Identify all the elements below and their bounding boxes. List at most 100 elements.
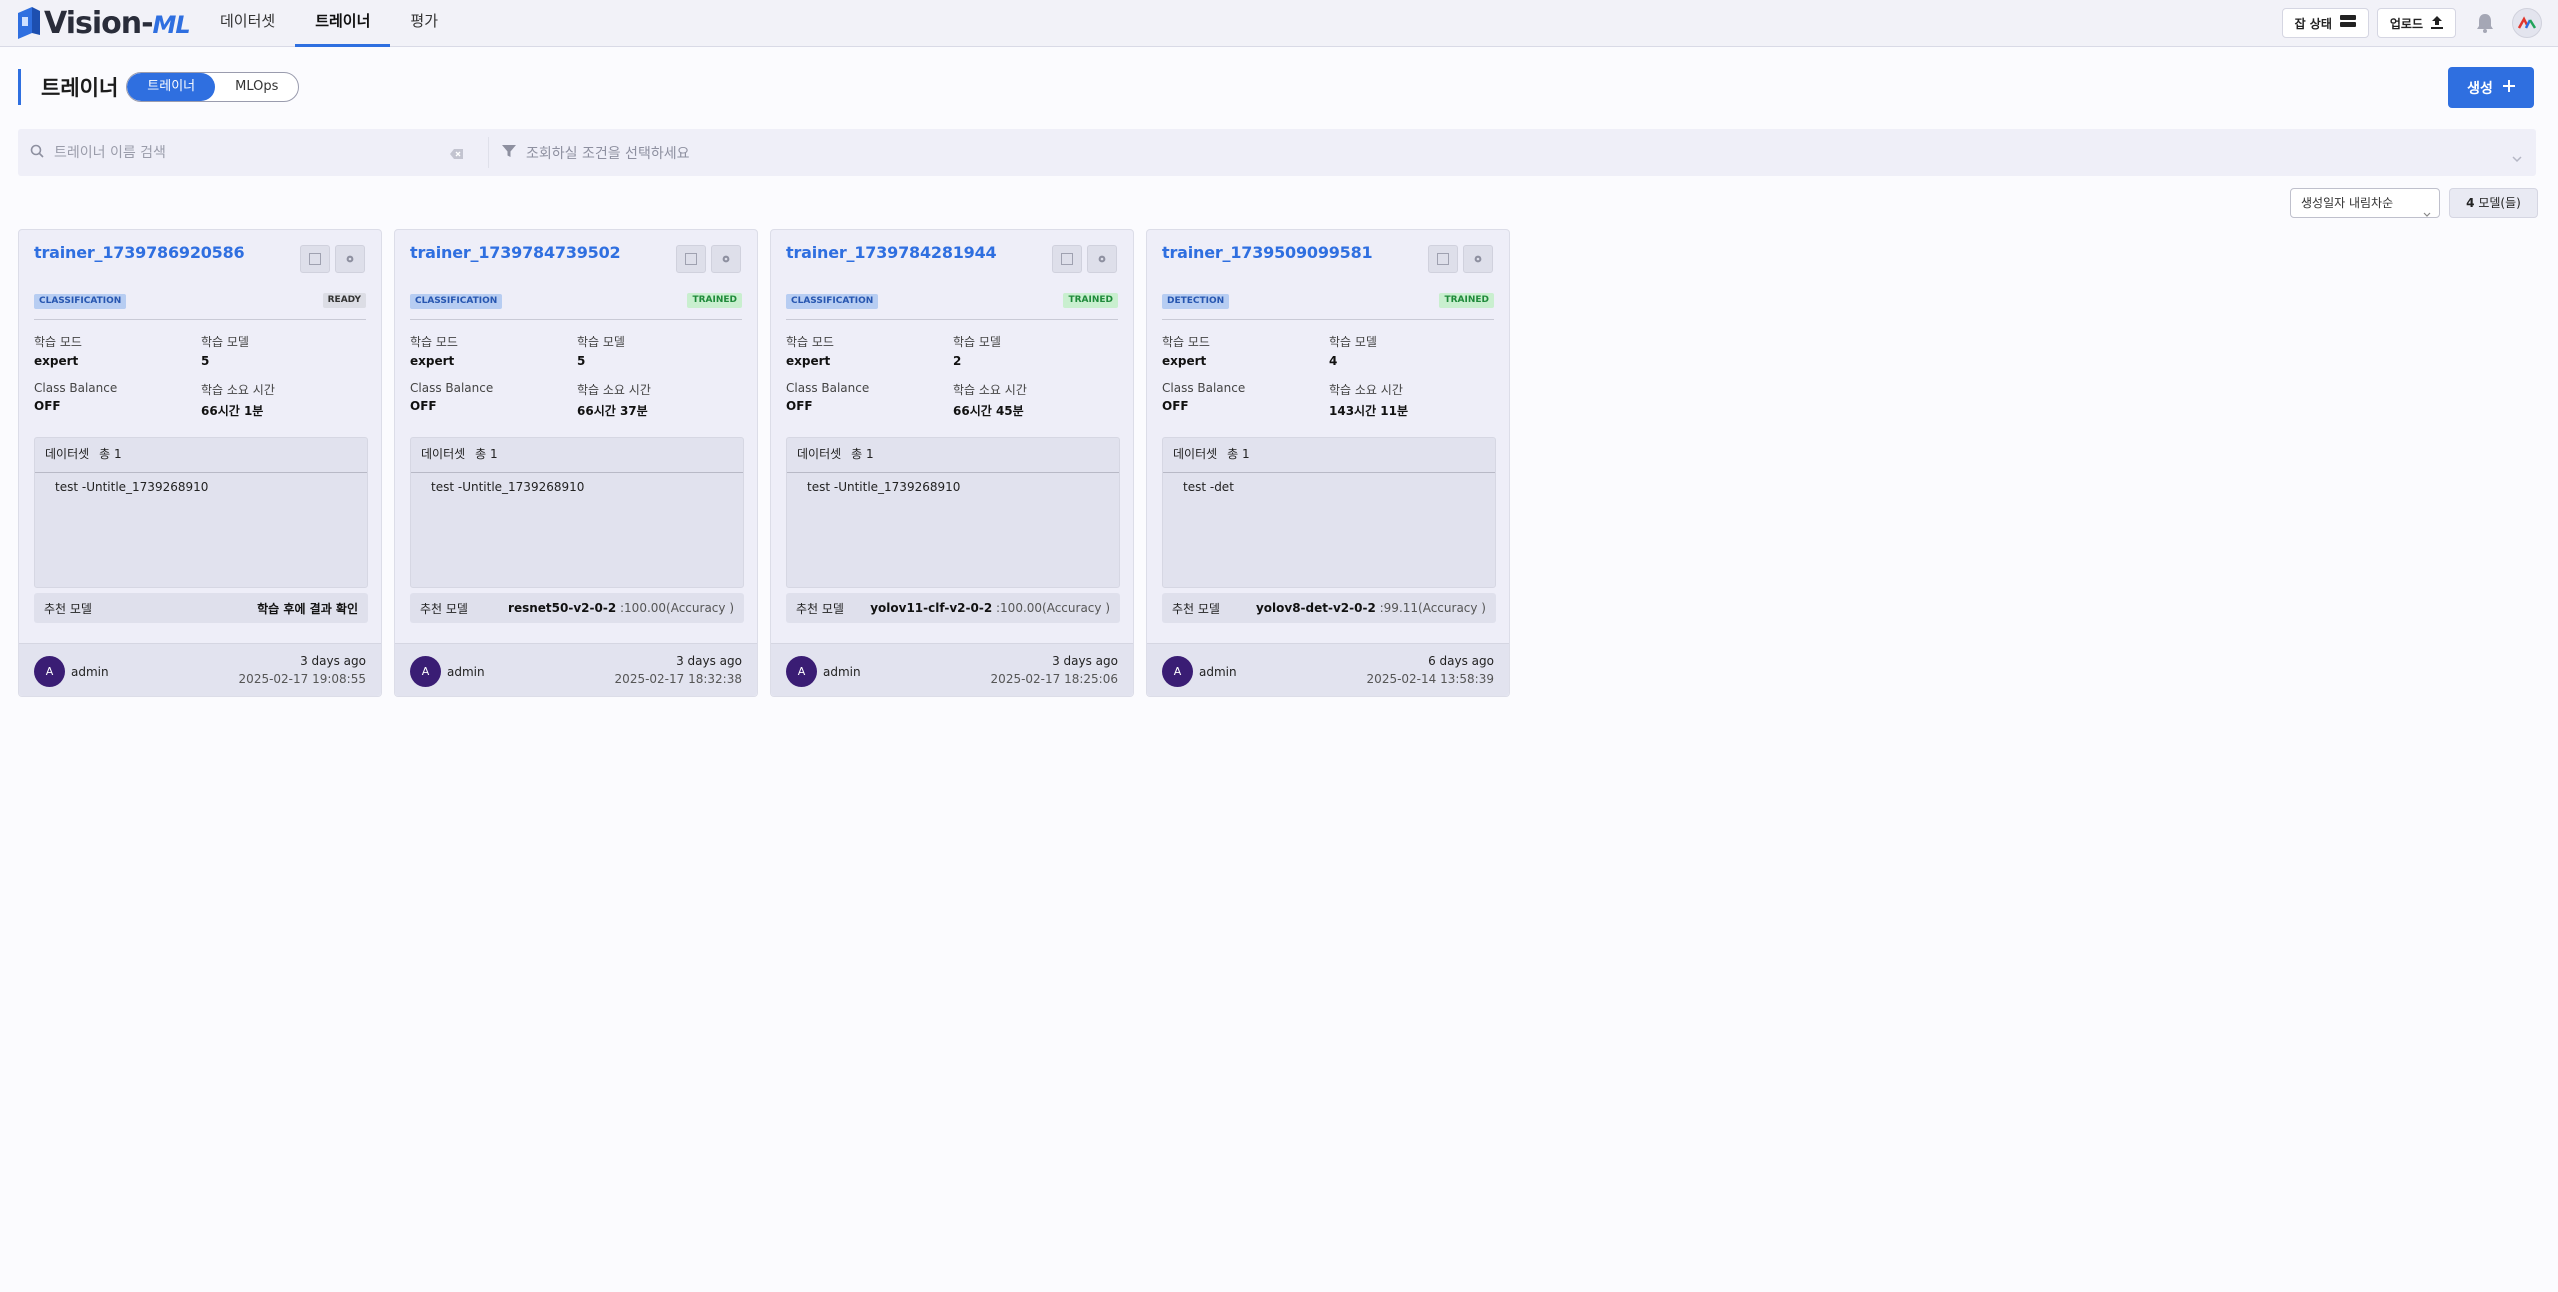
meta-label: 학습 소요 시간 — [577, 383, 651, 397]
dataset-total: 총 1 — [475, 447, 498, 461]
view-toggle: 트레이너 MLOps — [126, 72, 300, 102]
card-footer: A admin 3 days ago 2025-02-17 18:25:06 — [771, 643, 1133, 696]
dataset-item[interactable]: test -Untitle_1739268910 — [35, 473, 367, 494]
meta-duration: 학습 소요 시간 143시간 11분 — [1329, 381, 1408, 419]
top-bar: Vision-ML 데이터셋 트레이너 평가 잡 상태 업로드 — [0, 0, 2558, 47]
meta-value: expert — [34, 354, 79, 368]
meta-value: 5 — [577, 354, 586, 368]
meta-class-balance: Class Balance OFF — [410, 381, 493, 413]
recommended-label: 추천 모델 — [420, 601, 468, 616]
meta-value: OFF — [410, 399, 437, 413]
user-avatar[interactable] — [2512, 8, 2542, 38]
header-actions: 잡 상태 업로드 — [2281, 7, 2542, 39]
trainer-card[interactable]: trainer_1739786920586 CLASSIFICATION REA… — [18, 229, 382, 697]
job-status-button[interactable]: 잡 상태 — [2281, 8, 2369, 38]
app-logo[interactable]: Vision-ML — [16, 5, 191, 41]
meta-value: 143시간 11분 — [1329, 404, 1409, 418]
meta-mode: 학습 모드 expert — [410, 333, 458, 368]
select-checkbox[interactable] — [300, 245, 330, 273]
card-actions — [300, 245, 365, 273]
recommended-value[interactable]: yolov11-clf-v2-0-2 :100.00(Accuracy ) — [870, 601, 1110, 615]
recommended-model: 추천 모델 학습 후에 결과 확인 — [34, 593, 368, 623]
select-checkbox[interactable] — [676, 245, 706, 273]
meta-label: 학습 모델 — [953, 335, 1001, 349]
search-input[interactable] — [54, 144, 434, 161]
gear-icon[interactable] — [335, 245, 365, 273]
dataset-item[interactable]: test -Untitle_1739268910 — [411, 473, 743, 494]
author-name: admin — [1199, 665, 1237, 679]
recommended-model-name: 학습 후에 결과 확인 — [257, 601, 358, 616]
gear-icon[interactable] — [711, 245, 741, 273]
bell-icon[interactable] — [2474, 12, 2496, 34]
trainer-name[interactable]: trainer_1739509099581 — [1162, 243, 1373, 262]
recommended-value[interactable]: resnet50-v2-0-2 :100.00(Accuracy ) — [508, 601, 734, 615]
dataset-list: test -Untitle_1739268910 — [787, 473, 1119, 494]
meta-label: 학습 모드 — [410, 335, 458, 349]
model-count-unit: 모델(들) — [2478, 196, 2521, 210]
chevron-down-icon[interactable] — [2512, 148, 2522, 167]
trainer-card[interactable]: trainer_1739784739502 CLASSIFICATION TRA… — [394, 229, 758, 697]
sort-select[interactable]: 생성일자 내림차순 — [2290, 188, 2440, 218]
upload-label: 업로드 — [2389, 16, 2423, 31]
card-actions — [1052, 245, 1117, 273]
toggle-trainer[interactable]: 트레이너 — [127, 73, 216, 101]
meta-model: 학습 모델 5 — [201, 333, 249, 368]
author-name: admin — [71, 665, 109, 679]
gear-icon[interactable] — [1463, 245, 1493, 273]
select-checkbox[interactable] — [1428, 245, 1458, 273]
meta-label: 학습 모델 — [201, 335, 249, 349]
status-badge: READY — [322, 293, 366, 308]
create-button[interactable]: 생성 — [2448, 67, 2534, 108]
nav-tab-evaluation[interactable]: 평가 — [390, 0, 458, 47]
status-badge: TRAINED — [1063, 293, 1118, 308]
toggle-mlops[interactable]: MLOps — [215, 73, 298, 101]
meta-value: expert — [786, 354, 831, 368]
dataset-list: test -Untitle_1739268910 — [35, 473, 367, 494]
dataset-item[interactable]: test -Untitle_1739268910 — [787, 473, 1119, 494]
recommended-label: 추천 모델 — [1172, 601, 1220, 616]
meta-mode: 학습 모드 expert — [786, 333, 834, 368]
trainer-card[interactable]: trainer_1739509099581 DETECTION TRAINED … — [1146, 229, 1510, 697]
nav-tab-datasets[interactable]: 데이터셋 — [200, 0, 295, 47]
search-icon — [30, 143, 44, 162]
recommended-value[interactable]: 학습 후에 결과 확인 — [257, 600, 358, 617]
meta-class-balance: Class Balance OFF — [34, 381, 117, 413]
select-checkbox[interactable] — [1052, 245, 1082, 273]
meta-value: OFF — [34, 399, 61, 413]
clear-search-icon[interactable] — [450, 145, 464, 164]
condition-select[interactable]: 조회하실 조건을 선택하세요 — [502, 129, 689, 176]
dataset-list: test -Untitle_1739268910 — [411, 473, 743, 494]
meta-label: Class Balance — [1162, 381, 1246, 395]
sort-selected: 생성일자 내림차순 — [2301, 196, 2394, 210]
meta-duration: 학습 소요 시간 66시간 37분 — [577, 381, 651, 419]
author-avatar: A — [34, 656, 65, 687]
recommended-label: 추천 모델 — [796, 601, 844, 616]
upload-icon — [2431, 15, 2443, 32]
filter-bar: 조회하실 조건을 선택하세요 — [18, 129, 2536, 176]
trainer-name[interactable]: trainer_1739786920586 — [34, 243, 245, 262]
created-timestamp: 2025-02-14 13:58:39 — [1366, 672, 1494, 686]
relative-time: 3 days ago — [1052, 654, 1118, 668]
meta-value: 5 — [201, 354, 210, 368]
relative-time: 3 days ago — [300, 654, 366, 668]
recommended-value[interactable]: yolov8-det-v2-0-2 :99.11(Accuracy ) — [1256, 601, 1486, 615]
meta-label: Class Balance — [410, 381, 494, 395]
meta-label: 학습 모드 — [1162, 335, 1210, 349]
logo-text: Vision-ML — [44, 5, 191, 41]
model-count-value: 4 — [2466, 196, 2475, 210]
created-timestamp: 2025-02-17 18:32:38 — [614, 672, 742, 686]
meta-value: expert — [1162, 354, 1207, 368]
dataset-total: 총 1 — [851, 447, 874, 461]
trainer-name[interactable]: trainer_1739784281944 — [786, 243, 997, 262]
status-badge: TRAINED — [1439, 293, 1494, 308]
author-avatar: A — [1162, 656, 1193, 687]
task-type-badge: CLASSIFICATION — [786, 294, 879, 309]
trainer-card[interactable]: trainer_1739784281944 CLASSIFICATION TRA… — [770, 229, 1134, 697]
gear-icon[interactable] — [1087, 245, 1117, 273]
dataset-item[interactable]: test -det — [1163, 473, 1495, 494]
nav-tab-trainer[interactable]: 트레이너 — [295, 0, 391, 47]
upload-button[interactable]: 업로드 — [2376, 8, 2456, 38]
meta-label: 학습 모드 — [34, 335, 82, 349]
trainer-name[interactable]: trainer_1739784739502 — [410, 243, 621, 262]
filter-icon — [502, 144, 516, 162]
